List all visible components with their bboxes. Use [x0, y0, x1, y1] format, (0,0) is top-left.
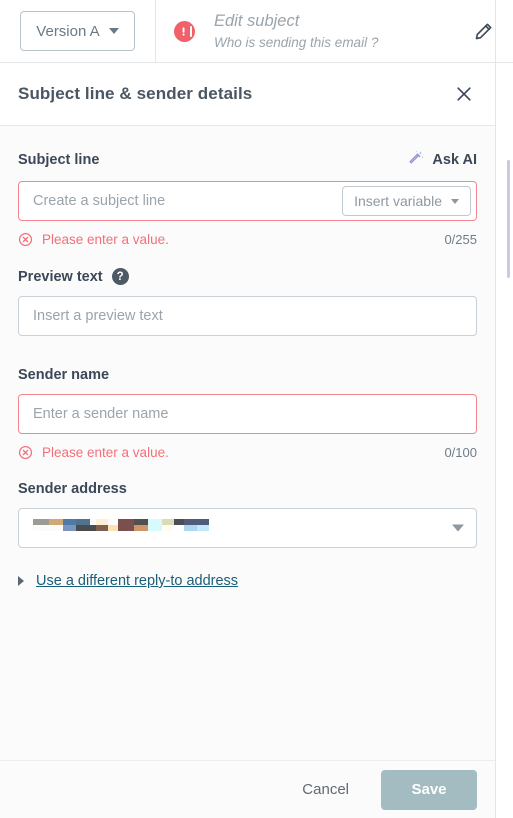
redacted-block [96, 519, 108, 531]
redacted-block [118, 519, 134, 531]
gutter-top-segment [496, 0, 513, 63]
redacted-bar-bottom [49, 525, 63, 531]
redacted-bar-bottom [33, 525, 49, 531]
sender-name-label: Sender name [18, 367, 110, 383]
redacted-bar-bottom [63, 525, 76, 531]
subject-line-field-header: Subject line Ask AI [18, 149, 477, 170]
sender-name-input-wrap [18, 394, 477, 434]
use-different-reply-to-label: Use a different reply-to address [36, 573, 239, 589]
redacted-bar-bottom [184, 525, 197, 531]
version-selector-cell: Version A [0, 0, 156, 63]
sender-address-field: Sender address [18, 481, 477, 548]
subject-summary-text: Edit subject Who is sending this email ? [214, 11, 468, 52]
subject-line-field: Subject line Ask AI Create a subject lin… [18, 149, 477, 248]
chevron-down-icon [451, 198, 459, 204]
redacted-block [148, 519, 162, 531]
ask-ai-button[interactable]: Ask AI [408, 149, 477, 170]
subject-line-input-wrap: Insert variable [18, 181, 477, 221]
right-gutter [495, 0, 513, 818]
subject-summary-row[interactable]: Edit subject Who is sending this email ? [156, 0, 513, 63]
question-mark-icon[interactable]: ? [111, 268, 129, 285]
redacted-block [184, 519, 197, 531]
redacted-bar-bottom [108, 525, 118, 531]
preview-text-field: Preview text ? [18, 268, 477, 336]
redacted-block [134, 519, 148, 531]
subject-line-counter: 0/255 [444, 231, 477, 247]
preview-text-input-wrap [18, 296, 477, 336]
alert-exclamation-icon [174, 20, 195, 42]
redacted-block [162, 519, 174, 531]
redacted-bar-bottom [148, 525, 162, 531]
preview-text-label: Preview text [18, 268, 103, 285]
chevron-right-icon [18, 576, 24, 586]
version-dropdown-button[interactable]: Version A [20, 11, 135, 51]
sender-address-field-header: Sender address [18, 481, 477, 497]
subject-line-error-text: Please enter a value. [42, 231, 169, 247]
save-button[interactable]: Save [381, 769, 477, 810]
error-circle-x-icon [18, 232, 33, 247]
subject-line-input[interactable] [19, 182, 343, 220]
redacted-block [63, 519, 76, 531]
magic-wand-icon [408, 149, 425, 170]
chevron-down-icon [108, 28, 119, 34]
pencil-icon[interactable] [468, 16, 498, 46]
email-subject-sender-panel: Version A Edit subject Who is sending th… [0, 0, 513, 818]
redacted-bar-bottom [96, 525, 108, 531]
sender-name-input[interactable] [19, 395, 476, 433]
sender-name-error-text: Please enter a value. [42, 444, 169, 460]
sender-name-field-footer: Please enter a value. 0/100 [18, 443, 477, 461]
redacted-bar-bottom [197, 525, 209, 531]
sender-address-redacted-value [33, 519, 209, 537]
redacted-bar-bottom [134, 525, 148, 531]
redacted-block [33, 519, 49, 531]
redacted-bar-bottom [118, 525, 134, 531]
insert-variable-label: Insert variable [354, 193, 442, 209]
preview-text-field-header: Preview text ? [18, 268, 477, 285]
sender-name-field: Sender name Please enter a value. 0/100 [18, 367, 477, 461]
preview-text-input[interactable] [19, 297, 476, 335]
redacted-block [49, 519, 63, 531]
ask-ai-label: Ask AI [432, 151, 477, 168]
close-icon[interactable] [451, 81, 477, 107]
editor-top-bar: Version A Edit subject Who is sending th… [0, 0, 513, 63]
redacted-bar-bottom [174, 525, 184, 531]
page-title: Subject line & sender details [18, 84, 253, 103]
use-different-reply-to-link[interactable]: Use a different reply-to address [18, 573, 238, 589]
panel-header: Subject line & sender details [0, 63, 495, 126]
vertical-scrollbar-thumb[interactable] [507, 160, 510, 278]
redacted-block [108, 519, 118, 531]
redacted-bar-bottom [76, 525, 90, 531]
sender-name-field-header: Sender name [18, 367, 477, 383]
error-circle-x-icon [18, 445, 33, 460]
sender-name-counter: 0/100 [444, 444, 477, 460]
redacted-block [76, 519, 90, 531]
insert-variable-button[interactable]: Insert variable [342, 186, 471, 216]
cancel-button[interactable]: Cancel [288, 773, 363, 806]
redacted-block [174, 519, 184, 531]
subject-summary-subtitle: Who is sending this email ? [214, 34, 379, 50]
subject-line-label: Subject line [18, 151, 100, 168]
version-dropdown-label: Version A [36, 22, 100, 40]
redacted-block [197, 519, 209, 531]
redacted-bar-bottom [162, 525, 174, 531]
chevron-down-icon [452, 524, 464, 532]
subject-summary-title: Edit subject [214, 11, 300, 30]
panel-body: Subject line Ask AI Create a subject lin… [0, 127, 495, 760]
sender-name-error: Please enter a value. [18, 445, 169, 460]
subject-line-field-footer: Please enter a value. 0/255 [18, 230, 477, 248]
sender-address-label: Sender address [18, 481, 127, 497]
subject-line-error: Please enter a value. [18, 232, 169, 247]
panel-footer: Cancel Save [0, 760, 495, 818]
sender-address-select[interactable] [18, 508, 477, 548]
